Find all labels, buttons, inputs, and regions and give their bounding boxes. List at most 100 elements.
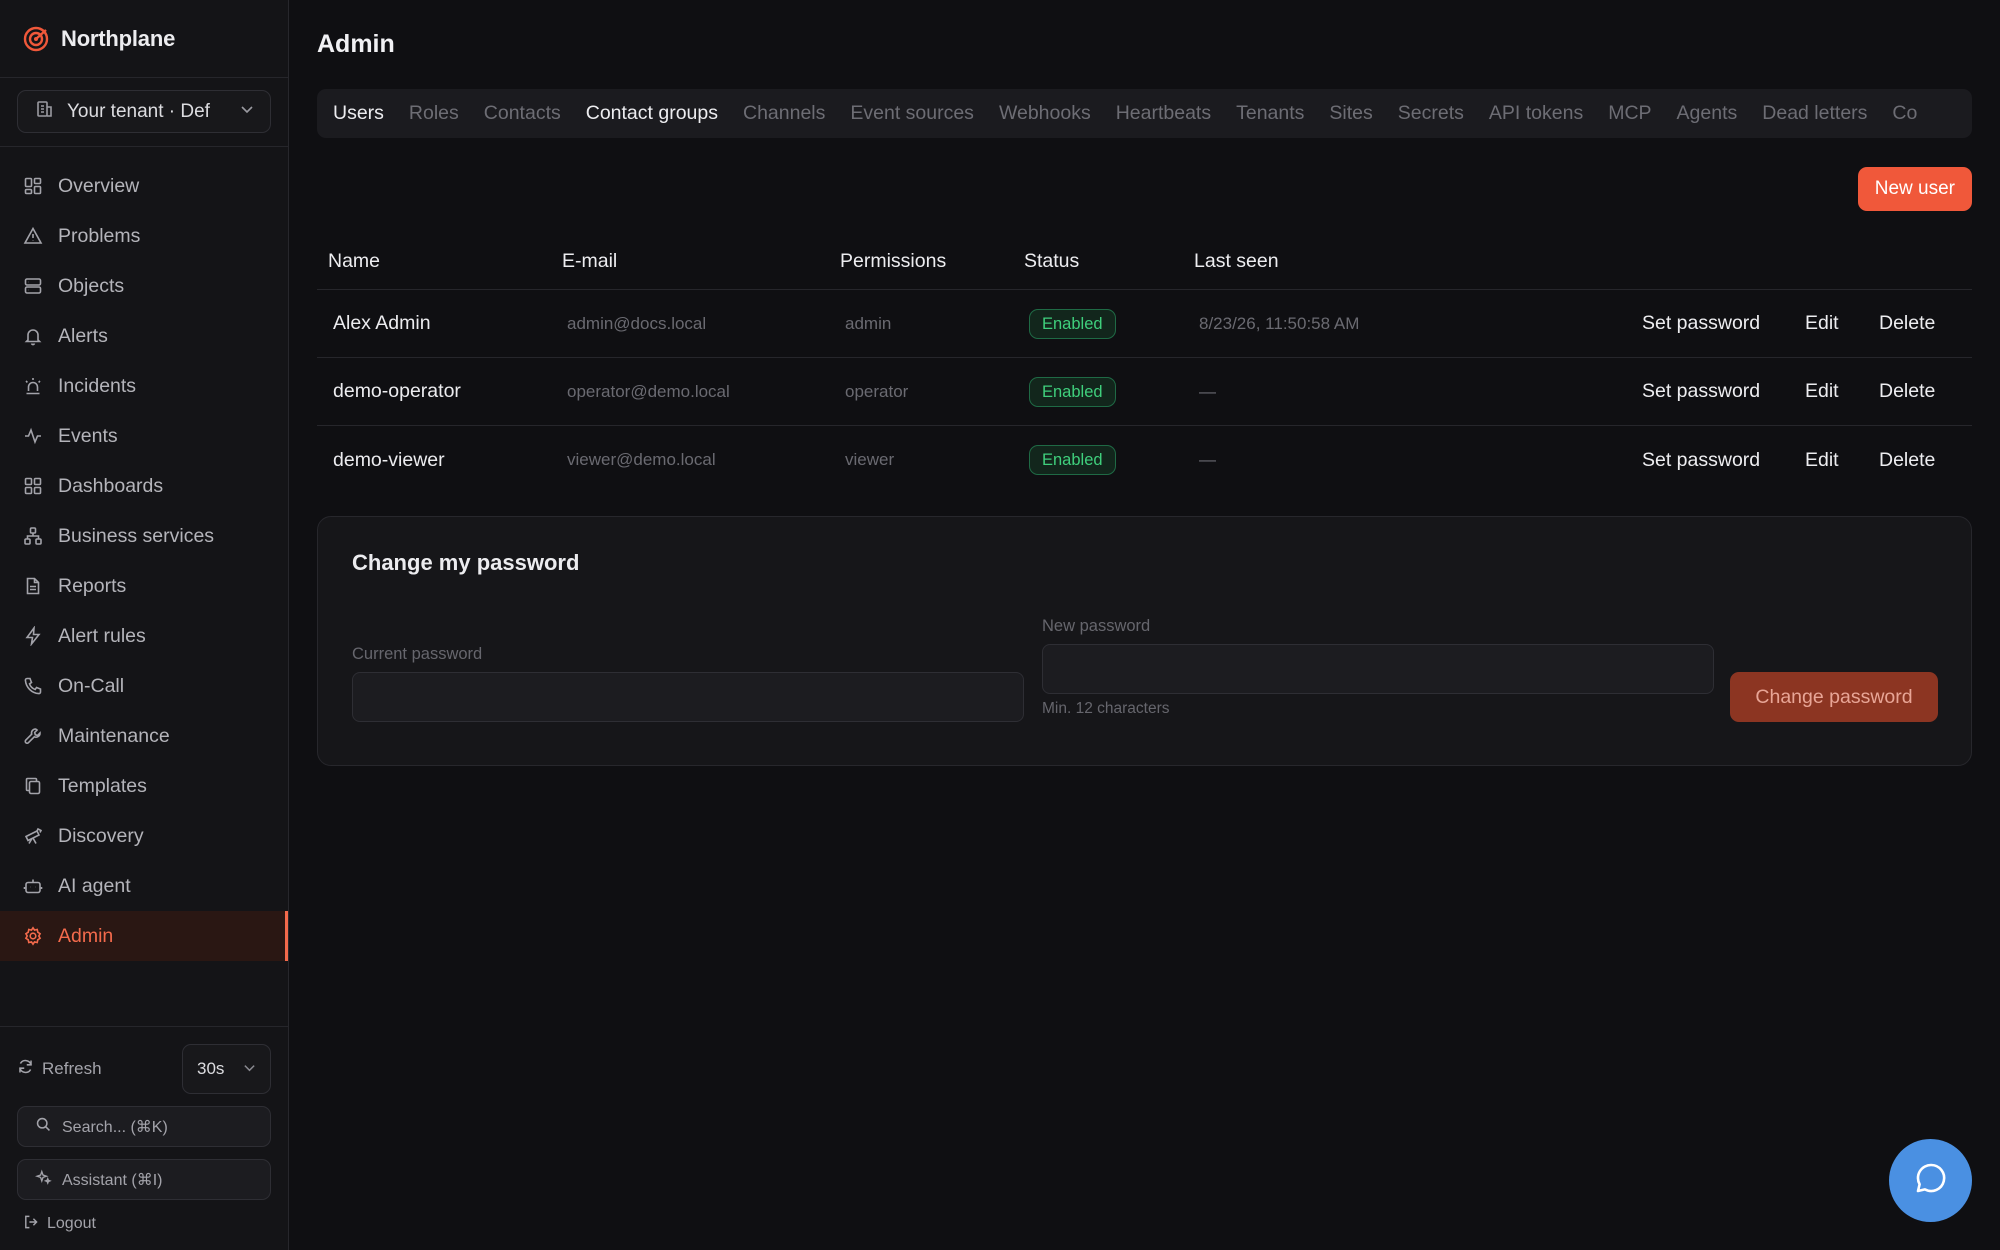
tab-secrets[interactable]: Secrets: [1398, 102, 1464, 125]
sidebar-item-discovery[interactable]: Discovery: [0, 811, 288, 861]
refresh-icon[interactable]: [17, 1058, 34, 1080]
sidebar-item-label: Alert rules: [58, 624, 146, 647]
sidebar-item-admin[interactable]: Admin: [0, 911, 288, 961]
sidebar-item-label: Alerts: [58, 324, 108, 347]
column-header-email[interactable]: E-mail: [562, 250, 617, 273]
column-header-name[interactable]: Name: [328, 250, 380, 273]
tab-mcp[interactable]: MCP: [1608, 102, 1651, 125]
tab-contacts[interactable]: Contacts: [484, 102, 561, 125]
set-password-button[interactable]: Set password: [1642, 449, 1760, 472]
column-header-permissions[interactable]: Permissions: [840, 250, 946, 273]
sidebar-item-label: Templates: [58, 774, 147, 797]
sidebar-item-objects[interactable]: Objects: [0, 261, 288, 311]
chevron-down-icon: [240, 102, 254, 121]
sidebar-item-overview[interactable]: Overview: [0, 161, 288, 211]
sidebar-item-label: Incidents: [58, 374, 137, 397]
phone-icon: [22, 675, 44, 697]
delete-button[interactable]: Delete: [1879, 449, 1935, 472]
change-password-button[interactable]: Change password: [1730, 672, 1938, 722]
sidebar-item-label: Dashboards: [58, 474, 164, 497]
page-title: Admin: [317, 30, 395, 58]
user-last-seen: 8/23/26, 11:50:58 AM: [1199, 313, 1360, 333]
tab-roles[interactable]: Roles: [409, 102, 459, 125]
sidebar-item-maintenance[interactable]: Maintenance: [0, 711, 288, 761]
sidebar-item-problems[interactable]: Problems: [0, 211, 288, 261]
current-password-field[interactable]: [352, 672, 1024, 722]
tab-tenants[interactable]: Tenants: [1236, 102, 1304, 125]
network-icon: [22, 525, 44, 547]
user-name: demo-viewer: [333, 448, 445, 471]
user-name: Alex Admin: [333, 312, 431, 334]
gear-icon: [22, 925, 44, 947]
assistant-button[interactable]: Assistant (⌘I): [17, 1159, 271, 1200]
brand-name: Northplane: [61, 25, 176, 51]
sidebar-item-alerts[interactable]: Alerts: [0, 311, 288, 361]
set-password-button[interactable]: Set password: [1642, 312, 1760, 335]
user-email: operator@demo.local: [567, 381, 730, 401]
file-icon: [22, 575, 44, 597]
tab-channels[interactable]: Channels: [743, 102, 825, 125]
status-badge: Enabled: [1029, 445, 1116, 475]
delete-button[interactable]: Delete: [1879, 380, 1935, 403]
delete-button[interactable]: Delete: [1879, 312, 1935, 335]
sidebar-item-label: Discovery: [58, 824, 144, 847]
sidebar-nav: Overview Problems Objects Alerts Inciden…: [0, 147, 288, 961]
tenant-selector[interactable]: Your tenant · Def: [17, 90, 271, 133]
admin-tabs: Users Roles Contacts Contact groups Chan…: [317, 89, 1972, 138]
column-header-last-seen[interactable]: Last seen: [1194, 250, 1279, 273]
new-user-button[interactable]: New user: [1857, 167, 1972, 211]
sidebar-item-label: Admin: [58, 924, 114, 947]
sidebar-item-incidents[interactable]: Incidents: [0, 361, 288, 411]
user-last-seen: —: [1199, 381, 1216, 401]
tenant-label: Your tenant · Def: [67, 100, 210, 122]
edit-button[interactable]: Edit: [1805, 449, 1839, 472]
tab-webhooks[interactable]: Webhooks: [999, 102, 1091, 125]
new-password-field[interactable]: [1042, 644, 1714, 694]
tab-overflow[interactable]: Co: [1892, 102, 1917, 125]
sidebar-item-events[interactable]: Events: [0, 411, 288, 461]
sidebar-item-on-call[interactable]: On-Call: [0, 661, 288, 711]
dashboard-icon: [22, 475, 44, 497]
status-badge: Enabled: [1029, 308, 1116, 339]
tab-dead-letters[interactable]: Dead letters: [1762, 102, 1867, 125]
tab-contact-groups[interactable]: Contact groups: [586, 102, 718, 125]
tab-users[interactable]: Users: [333, 102, 384, 125]
sidebar-item-label: AI agent: [58, 874, 131, 897]
sidebar-item-label: Events: [58, 424, 118, 447]
sidebar-item-reports[interactable]: Reports: [0, 561, 288, 611]
sidebar-item-ai-agent[interactable]: AI agent: [0, 861, 288, 911]
tab-agents[interactable]: Agents: [1677, 102, 1738, 125]
user-permissions: admin: [845, 313, 892, 333]
current-password-label: Current password: [352, 645, 483, 663]
sidebar-item-templates[interactable]: Templates: [0, 761, 288, 811]
search-button[interactable]: Search... (⌘K): [17, 1106, 271, 1147]
card-title: Change my password: [352, 550, 580, 575]
column-header-status[interactable]: Status: [1024, 250, 1079, 273]
table-row: Alex Admin admin@docs.local admin Enable…: [317, 290, 1972, 358]
set-password-button[interactable]: Set password: [1642, 380, 1760, 403]
sidebar-item-label: Problems: [58, 224, 141, 247]
chat-button[interactable]: [1889, 1139, 1972, 1222]
edit-button[interactable]: Edit: [1805, 380, 1839, 403]
tab-event-sources[interactable]: Event sources: [850, 102, 974, 125]
tab-heartbeats[interactable]: Heartbeats: [1116, 102, 1211, 125]
tab-sites[interactable]: Sites: [1329, 102, 1372, 125]
edit-button[interactable]: Edit: [1805, 312, 1839, 335]
new-password-hint: Min. 12 characters: [1042, 700, 1170, 717]
change-password-card: Change my password Current password New …: [317, 516, 1972, 766]
search-icon: [35, 1116, 52, 1138]
grid-icon: [22, 175, 44, 197]
sidebar-item-alert-rules[interactable]: Alert rules: [0, 611, 288, 661]
sidebar-footer: Refresh 30s Search... (⌘K) Assistant (⌘I…: [0, 1026, 288, 1237]
assistant-label: Assistant (⌘I): [62, 1171, 163, 1189]
tab-api-tokens[interactable]: API tokens: [1489, 102, 1583, 125]
refresh-interval-select[interactable]: 30s: [182, 1044, 271, 1094]
users-table: Name E-mail Permissions Status Last seen…: [317, 233, 1972, 494]
user-name: demo-operator: [333, 380, 461, 402]
sidebar-item-label: Business services: [58, 524, 215, 547]
refresh-label[interactable]: Refresh: [42, 1059, 182, 1079]
logout-icon: [23, 1214, 39, 1235]
sidebar-item-dashboards[interactable]: Dashboards: [0, 461, 288, 511]
sidebar-item-business-services[interactable]: Business services: [0, 511, 288, 561]
logout-button[interactable]: Logout: [17, 1211, 271, 1237]
